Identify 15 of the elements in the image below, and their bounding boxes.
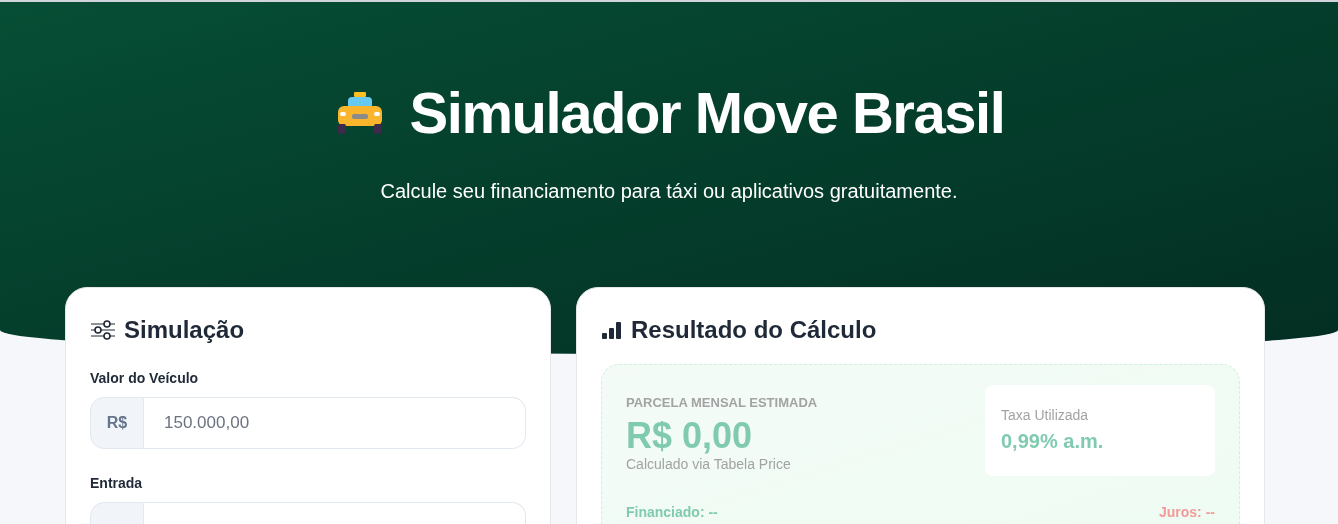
page-subtitle: Calcule seu financiamento para táxi ou aplicativos gratuitamente.	[380, 179, 958, 204]
installment-label: PARCELA MENSAL ESTIMADA	[626, 394, 818, 412]
input-field[interactable]: 150.000,00	[144, 397, 526, 449]
field-label: Entrada	[90, 474, 144, 493]
card-title: Simulação	[124, 315, 245, 345]
rate-label: Taxa Utilizada	[1001, 406, 1090, 425]
field-label: Valor do Veículo	[90, 369, 200, 388]
sliders-icon	[90, 318, 116, 342]
interest-text: Juros: --	[1159, 503, 1215, 522]
financed-text: Financiado: --	[626, 503, 718, 522]
currency-prefix: R$	[90, 397, 144, 449]
page-title: Simulador Move Brasil	[409, 84, 1005, 142]
card-title: Resultado do Cálculo	[631, 315, 877, 345]
rate-value: 0,99% a.m.	[1001, 429, 1105, 454]
bar-chart-icon	[601, 320, 623, 340]
